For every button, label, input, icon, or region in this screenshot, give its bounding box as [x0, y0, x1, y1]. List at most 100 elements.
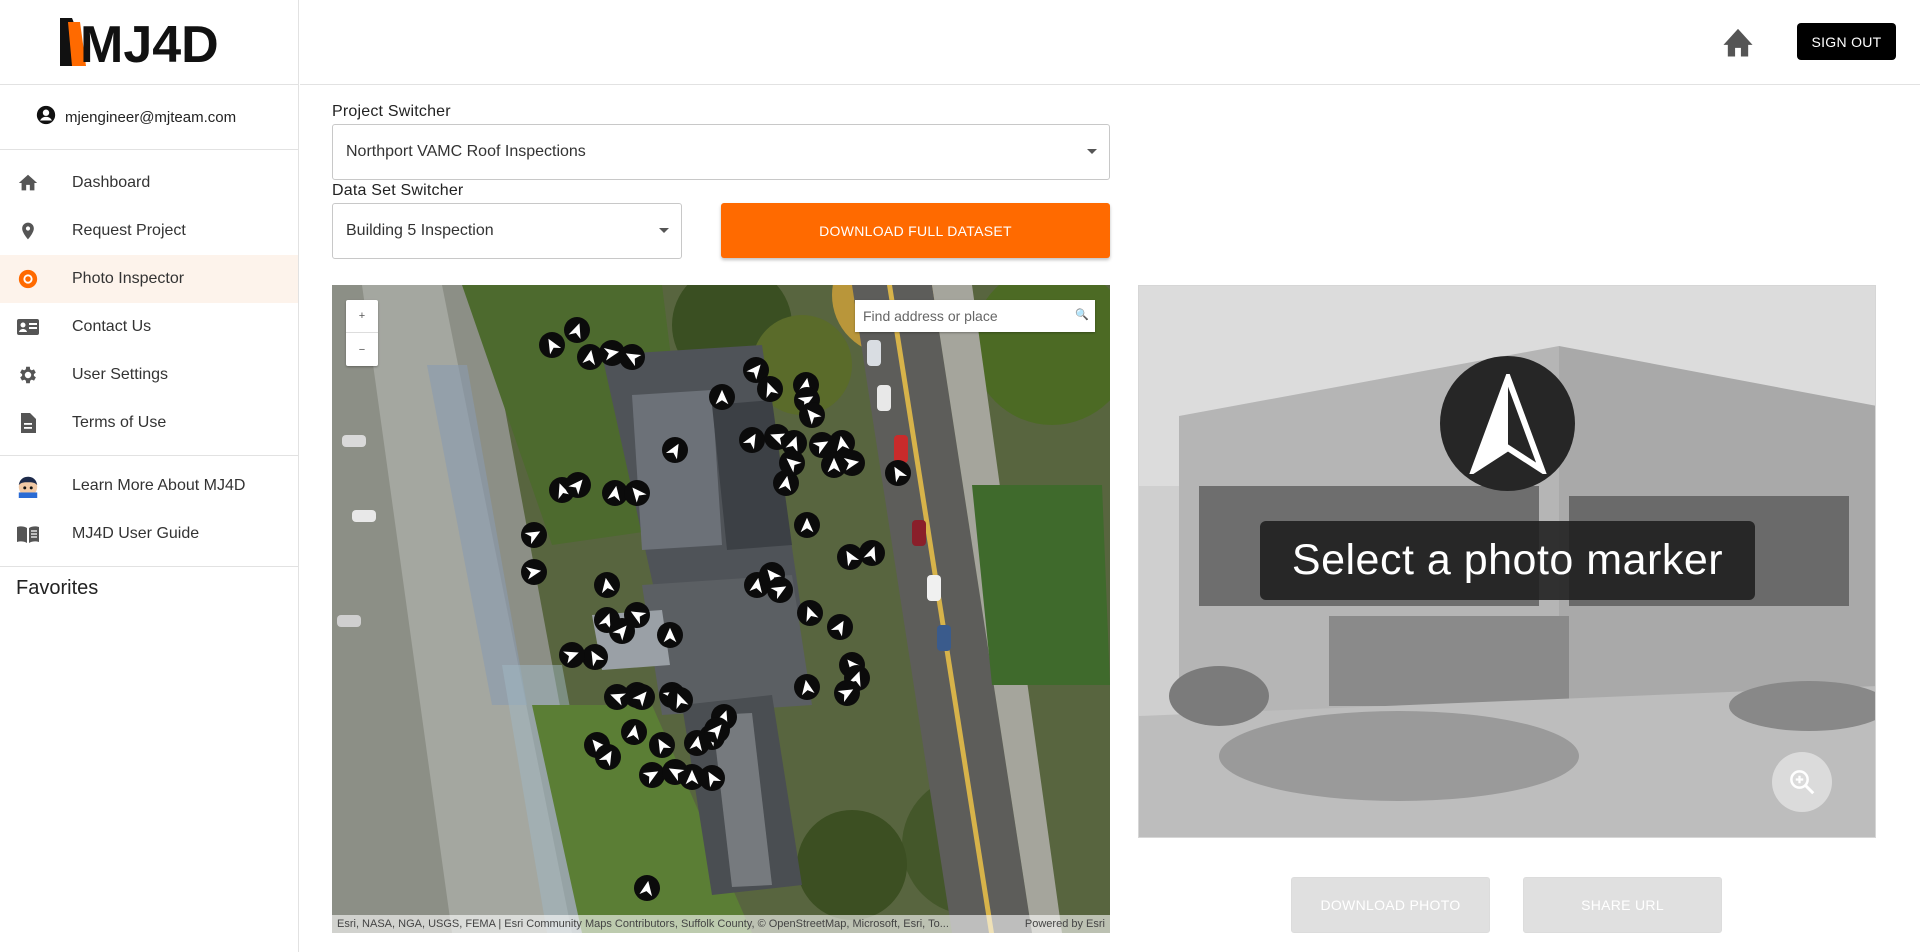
home-icon [1723, 28, 1753, 57]
arrow-icon [658, 738, 672, 755]
share-url-button[interactable]: SHARE URL [1523, 877, 1722, 933]
arrow-icon [676, 693, 689, 709]
photo-marker[interactable] [662, 437, 688, 463]
download-full-dataset-button[interactable]: DOWNLOAD FULL DATASET [721, 203, 1110, 258]
search-icon[interactable]: 🔍 [1075, 308, 1089, 321]
nav-item-terms-of-use[interactable]: Terms of Use [0, 399, 298, 447]
arrow-icon [863, 546, 876, 562]
dataset-switcher-select[interactable]: Building 5 Inspection [332, 203, 682, 259]
photo-marker[interactable] [609, 618, 635, 644]
arrow-icon [582, 349, 596, 366]
nav-label: MJ4D User Guide [72, 525, 200, 542]
map-view[interactable]: + − Find address or place 🔍 Esri, NASA, … [332, 285, 1110, 933]
photo-marker[interactable] [797, 600, 823, 626]
arrow-icon [548, 338, 562, 355]
zoom-in-photo-button[interactable] [1772, 752, 1832, 812]
photo-marker[interactable] [834, 680, 860, 706]
powered-by-esri[interactable]: Powered by Esri [1025, 918, 1105, 930]
photo-marker[interactable] [779, 450, 805, 476]
photo-marker[interactable] [621, 719, 647, 745]
photo-marker[interactable] [564, 317, 590, 343]
nav-label: Request Project [72, 222, 186, 239]
arrow-icon [843, 457, 860, 471]
arrow-icon [770, 586, 787, 600]
camera-icon [16, 267, 40, 291]
arrow-icon [715, 389, 729, 405]
photo-marker[interactable] [629, 684, 655, 710]
photo-marker[interactable] [827, 614, 853, 640]
nav-divider [0, 455, 298, 456]
nav-item-learn-more[interactable]: Learn More About MJ4D [0, 462, 298, 510]
arrow-icon [668, 768, 685, 782]
photo-marker[interactable] [604, 684, 630, 710]
nav-item-request-project[interactable]: Request Project [0, 207, 298, 255]
arrow-icon [665, 443, 679, 460]
photo-marker[interactable] [662, 759, 688, 785]
main-nav: Dashboard Request Project Photo Inspecto… [0, 150, 298, 447]
location-pin-icon [16, 219, 40, 243]
arrow-icon [625, 353, 642, 367]
photo-marker[interactable] [699, 765, 725, 791]
nav-item-dashboard[interactable]: Dashboard [0, 159, 298, 207]
photo-marker[interactable] [565, 472, 591, 498]
nav-label: Contact Us [72, 318, 152, 335]
photo-marker[interactable] [794, 674, 820, 700]
arrow-icon [632, 691, 647, 707]
arrow-icon [806, 606, 819, 622]
arrow-icon [742, 433, 756, 450]
photo-marker[interactable] [757, 376, 783, 402]
mj4d-logo[interactable]: MJ4D [58, 16, 241, 68]
photo-marker[interactable] [739, 427, 765, 453]
nav-item-contact-us[interactable]: Contact Us [0, 303, 298, 351]
arrow-icon [639, 880, 653, 897]
gear-icon [16, 363, 40, 387]
arrow-icon [642, 771, 659, 785]
photo-marker[interactable] [667, 687, 693, 713]
photo-marker[interactable] [839, 450, 865, 476]
arrow-icon [786, 458, 802, 473]
project-switcher-select[interactable]: Northport VAMC Roof Inspections [332, 124, 1110, 180]
photo-marker[interactable] [657, 622, 683, 648]
arrow-icon [607, 485, 621, 502]
zoom-out-button[interactable]: − [346, 333, 378, 366]
photo-marker[interactable] [794, 512, 820, 538]
photo-marker[interactable] [799, 402, 825, 428]
arrow-icon [807, 409, 822, 425]
arrow-icon [591, 650, 605, 667]
photo-marker[interactable] [559, 642, 585, 668]
zoom-in-button[interactable]: + [346, 300, 378, 333]
select-photo-marker-prompt: Select a photo marker [1260, 521, 1755, 600]
photo-marker[interactable] [885, 460, 911, 486]
map-search-input[interactable]: Find address or place 🔍 [855, 300, 1095, 332]
photo-marker[interactable] [595, 744, 621, 770]
map-zoom-control[interactable]: + − [346, 300, 378, 366]
nav-item-user-guide[interactable]: MJ4D User Guide [0, 510, 298, 558]
photo-marker[interactable] [539, 332, 565, 358]
photo-marker[interactable] [624, 480, 650, 506]
sign-out-button[interactable]: SIGN OUT [1797, 23, 1896, 60]
arrow-icon [612, 625, 627, 641]
photo-marker[interactable] [582, 644, 608, 670]
arrow-icon [766, 382, 779, 398]
arrow-icon [610, 693, 626, 706]
photo-marker[interactable] [639, 762, 665, 788]
photo-marker[interactable] [859, 540, 885, 566]
nav-item-photo-inspector[interactable]: Photo Inspector [0, 255, 298, 303]
nav-label: User Settings [72, 366, 169, 383]
photo-marker[interactable] [649, 732, 675, 758]
arrow-icon [830, 620, 844, 637]
photo-marker[interactable] [709, 384, 735, 410]
photo-marker[interactable] [521, 559, 547, 585]
home-button[interactable] [1718, 22, 1758, 62]
home-icon [16, 171, 40, 195]
photo-marker[interactable] [634, 875, 660, 901]
photo-marker[interactable] [521, 522, 547, 548]
download-photo-button[interactable]: DOWNLOAD PHOTO [1291, 877, 1490, 933]
photo-marker[interactable] [704, 717, 730, 743]
nav-item-user-settings[interactable]: User Settings [0, 351, 298, 399]
photo-marker[interactable] [767, 577, 793, 603]
photo-marker[interactable] [594, 572, 620, 598]
mascot-icon [16, 474, 40, 498]
photo-marker[interactable] [619, 344, 645, 370]
logo-area: MJ4D [0, 0, 298, 85]
